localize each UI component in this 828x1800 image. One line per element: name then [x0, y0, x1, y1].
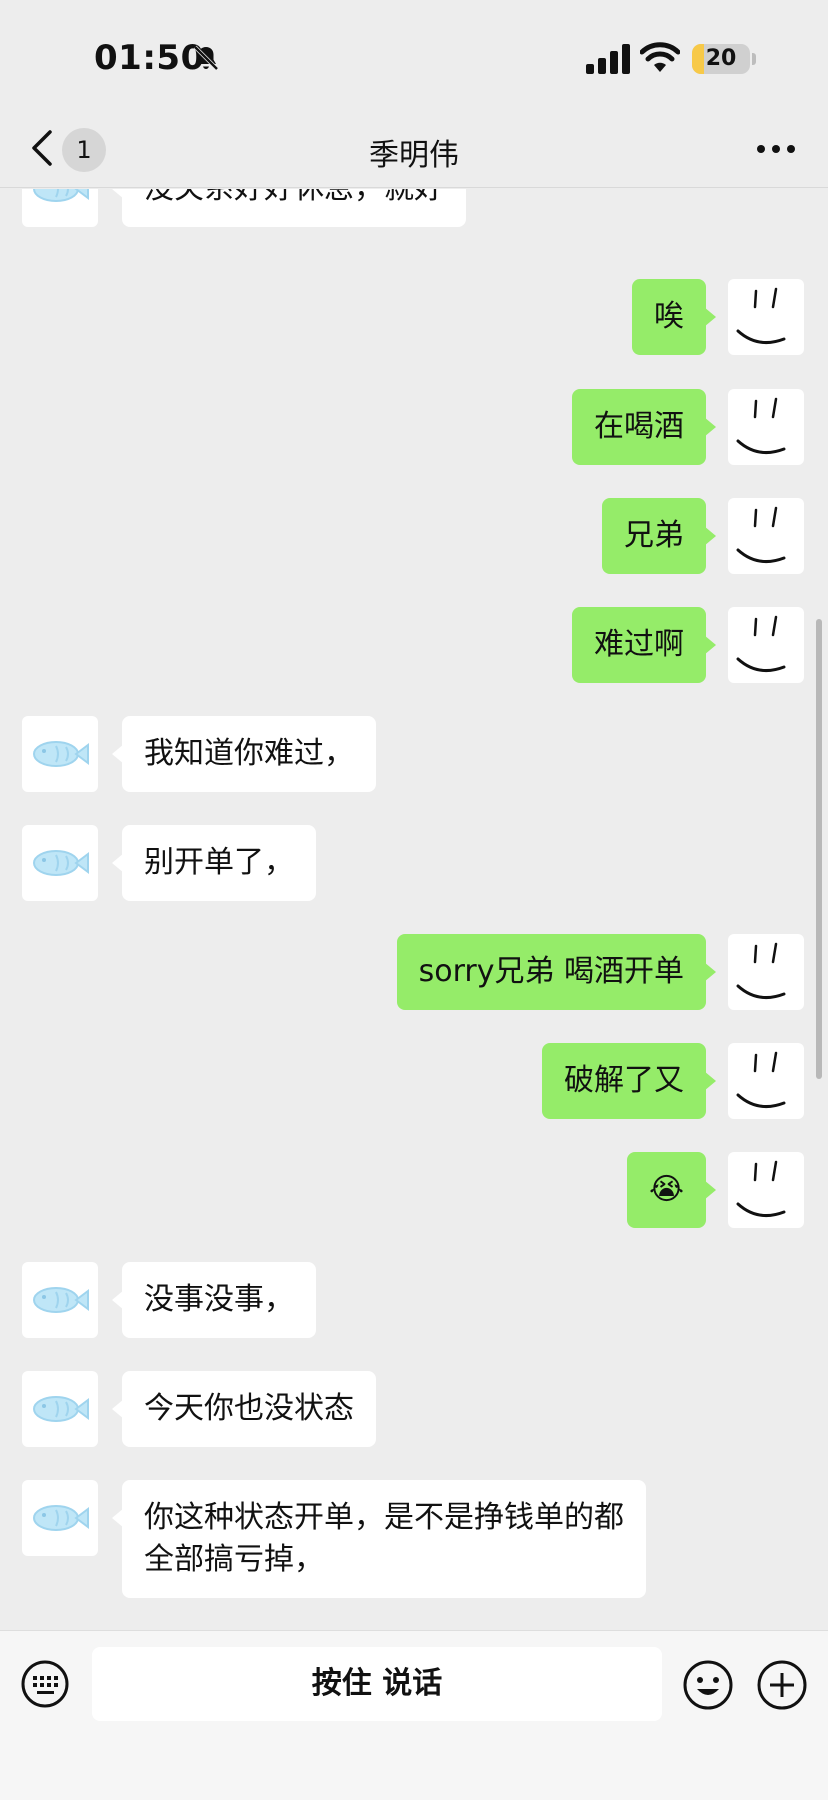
fish-icon — [33, 1287, 89, 1313]
incoming-message[interactable]: 你这种状态开单，是不是挣钱单的都 全部搞亏掉， — [112, 1480, 646, 1598]
outgoing-message[interactable]: 😭 — [626, 1152, 717, 1228]
my-avatar[interactable] — [728, 607, 804, 683]
message-list[interactable]: 没关系好好休息，就好 唉 在喝酒 — [0, 189, 828, 1629]
signal-icon — [586, 44, 630, 74]
incoming-message[interactable]: 我知道你难过， — [112, 716, 376, 792]
hold-to-talk-button[interactable]: 按住 说话 — [92, 1647, 662, 1721]
contact-avatar[interactable] — [22, 1262, 98, 1338]
outgoing-message[interactable]: 在喝酒 — [572, 389, 716, 465]
contact-avatar[interactable] — [22, 189, 98, 227]
smiley-sketch-icon — [736, 397, 786, 455]
status-time: 01:50 — [94, 38, 205, 78]
outgoing-message[interactable]: 破解了又 — [542, 1043, 716, 1119]
my-avatar[interactable] — [728, 1152, 804, 1228]
smiley-sketch-icon — [736, 287, 786, 345]
my-avatar[interactable] — [728, 1043, 804, 1119]
incoming-message[interactable]: 没事没事， — [112, 1262, 316, 1338]
chat-title: 季明伟 — [369, 138, 459, 173]
outgoing-message[interactable]: 兄弟 — [602, 498, 716, 574]
contact-avatar[interactable] — [22, 716, 98, 792]
chat-nav-bar: 1 季明伟 — [0, 110, 828, 188]
my-avatar[interactable] — [728, 389, 804, 465]
contact-avatar[interactable] — [22, 1480, 98, 1556]
more-dots-icon[interactable] — [756, 144, 796, 154]
outgoing-message[interactable]: 难过啊 — [572, 607, 716, 683]
fish-icon — [33, 1505, 89, 1531]
battery-icon: 20 — [692, 44, 750, 74]
contact-avatar[interactable] — [22, 1371, 98, 1447]
fish-icon — [33, 189, 89, 202]
my-avatar[interactable] — [728, 279, 804, 355]
fish-icon — [33, 850, 89, 876]
outgoing-message[interactable]: sorry兄弟 喝酒开单 — [396, 934, 717, 1010]
battery-level: 20 — [705, 46, 737, 71]
smiley-sketch-icon — [736, 615, 786, 673]
my-avatar[interactable] — [728, 934, 804, 1010]
my-avatar[interactable] — [728, 498, 804, 574]
emoji-icon[interactable] — [682, 1659, 734, 1711]
battery-tip — [752, 53, 756, 65]
keyboard-icon[interactable] — [20, 1659, 70, 1709]
smiley-sketch-icon — [736, 1160, 786, 1218]
fish-icon — [33, 741, 89, 767]
contact-avatar[interactable] — [22, 825, 98, 901]
smiley-sketch-icon — [736, 1051, 786, 1109]
status-bar: 01:50 20 — [0, 0, 828, 110]
bell-mute-icon — [193, 45, 219, 71]
smiley-sketch-icon — [736, 942, 786, 1000]
incoming-message[interactable]: 今天你也没状态 — [112, 1371, 376, 1447]
wifi-icon — [640, 42, 680, 72]
outgoing-message[interactable]: 唉 — [632, 279, 716, 355]
scrollbar[interactable] — [816, 619, 822, 1079]
incoming-message[interactable]: 没关系好好休息，就好 — [112, 189, 466, 227]
plus-icon[interactable] — [756, 1659, 808, 1711]
fish-icon — [33, 1396, 89, 1422]
incoming-message[interactable]: 别开单了， — [112, 825, 316, 901]
smiley-sketch-icon — [736, 506, 786, 564]
input-bar: 按住 说话 — [0, 1630, 828, 1800]
